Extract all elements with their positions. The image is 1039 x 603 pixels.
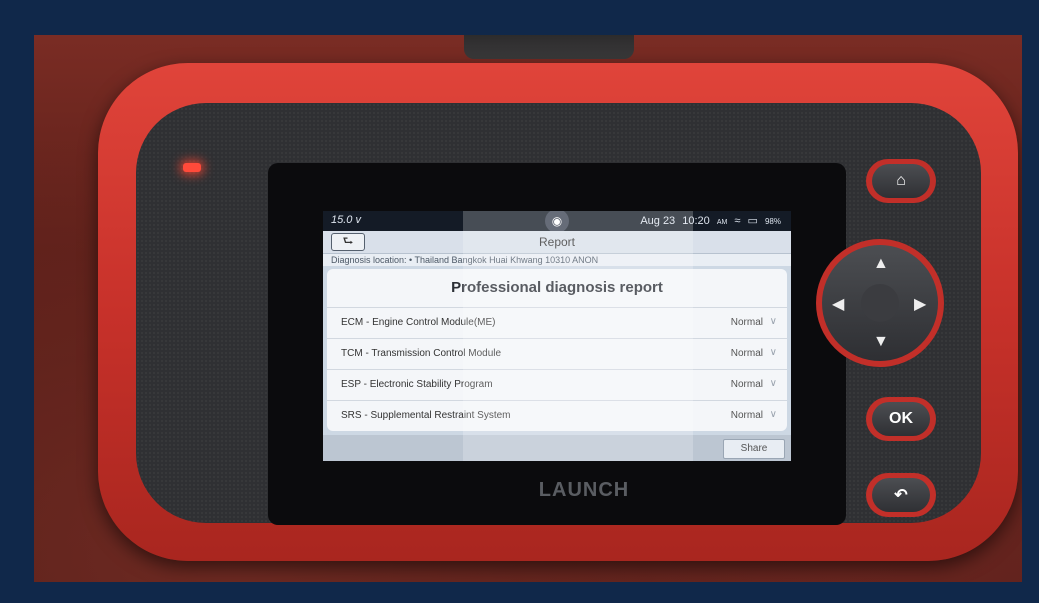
return-button[interactable]: ↶ (866, 473, 936, 517)
row-name: ECM - Engine Control Module(ME) (341, 317, 496, 328)
dpad-center[interactable] (861, 284, 899, 322)
report-title: Professional diagnosis report (451, 279, 663, 296)
battery-percent: 98% (764, 217, 781, 226)
ok-label: OK (872, 402, 930, 436)
arrow-left-icon[interactable]: ◀ (832, 294, 844, 314)
status-bar: 15.0 v Aug 23 10:20 AM ≈ ▭ 98% ◉ (323, 211, 791, 233)
share-button[interactable]: Share (723, 439, 785, 459)
row-status: Normal (730, 410, 763, 421)
device-screen: 15.0 v Aug 23 10:20 AM ≈ ▭ 98% ◉ ⮑ Repor… (323, 211, 791, 461)
status-right: Aug 23 10:20 AM ≈ ▭ 98% (636, 214, 781, 227)
scanner-device: 15.0 v Aug 23 10:20 AM ≈ ▭ 98% ◉ ⮑ Repor… (98, 63, 1018, 561)
chevron-down-icon: ∨ (769, 347, 777, 358)
arrow-right-icon[interactable]: ▶ (914, 294, 926, 314)
battery-icon: ▭ (747, 215, 758, 227)
chevron-down-icon: ∨ (769, 409, 777, 420)
meridiem-text: AM (716, 219, 728, 226)
report-list: ECM - Engine Control Module(ME) Normal ∨… (327, 307, 787, 431)
date-text: Aug 23 (640, 215, 676, 227)
report-row-srs[interactable]: SRS - Supplemental Restraint System Norm… (327, 400, 787, 431)
row-name: SRS - Supplemental Restraint System (341, 410, 511, 421)
chevron-down-icon: ∨ (769, 378, 777, 389)
home-icon: ⌂ (872, 164, 930, 198)
return-icon: ↶ (872, 478, 930, 512)
diagnosis-location: Diagnosis location: • Thailand Bangkok H… (323, 254, 791, 266)
report-row-tcm[interactable]: TCM - Transmission Control Module Normal… (327, 338, 787, 369)
camera-icon[interactable]: ◉ (545, 211, 569, 233)
voltage-readout: 15.0 v (331, 214, 361, 226)
report-card: Professional diagnosis report ECM - Engi… (327, 269, 787, 431)
seat-strap (464, 35, 634, 59)
arrow-up-icon[interactable]: ▲ (873, 255, 889, 273)
page-title: Report (538, 235, 576, 249)
home-button[interactable]: ⌂ (866, 159, 936, 203)
row-status: Normal (730, 317, 763, 328)
title-bar: ⮑ Report (323, 231, 791, 254)
row-name: TCM - Transmission Control Module (341, 348, 502, 359)
photo-background: 15.0 v Aug 23 10:20 AM ≈ ▭ 98% ◉ ⮑ Repor… (34, 35, 1022, 582)
brand-logo: LAUNCH (538, 479, 630, 501)
row-name: ESP - Electronic Stability Program (341, 379, 493, 390)
report-row-ecm[interactable]: ECM - Engine Control Module(ME) Normal ∨ (327, 307, 787, 338)
dpad-body: ▲ ▼ ◀ ▶ (822, 245, 938, 361)
bottom-bar: Share (323, 435, 791, 461)
wifi-icon: ≈ (734, 215, 741, 227)
time-text: 10:20 (682, 215, 710, 227)
row-status: Normal (730, 348, 763, 359)
direction-pad[interactable]: ▲ ▼ ◀ ▶ (816, 239, 944, 367)
screen-frame: 15.0 v Aug 23 10:20 AM ≈ ▭ 98% ◉ ⮑ Repor… (268, 163, 846, 525)
ok-button[interactable]: OK (866, 397, 936, 441)
power-led-icon (183, 163, 201, 172)
chevron-down-icon: ∨ (769, 316, 777, 327)
row-status: Normal (730, 379, 763, 390)
arrow-down-icon[interactable]: ▼ (873, 333, 889, 351)
report-row-esp[interactable]: ESP - Electronic Stability Program Norma… (327, 369, 787, 400)
